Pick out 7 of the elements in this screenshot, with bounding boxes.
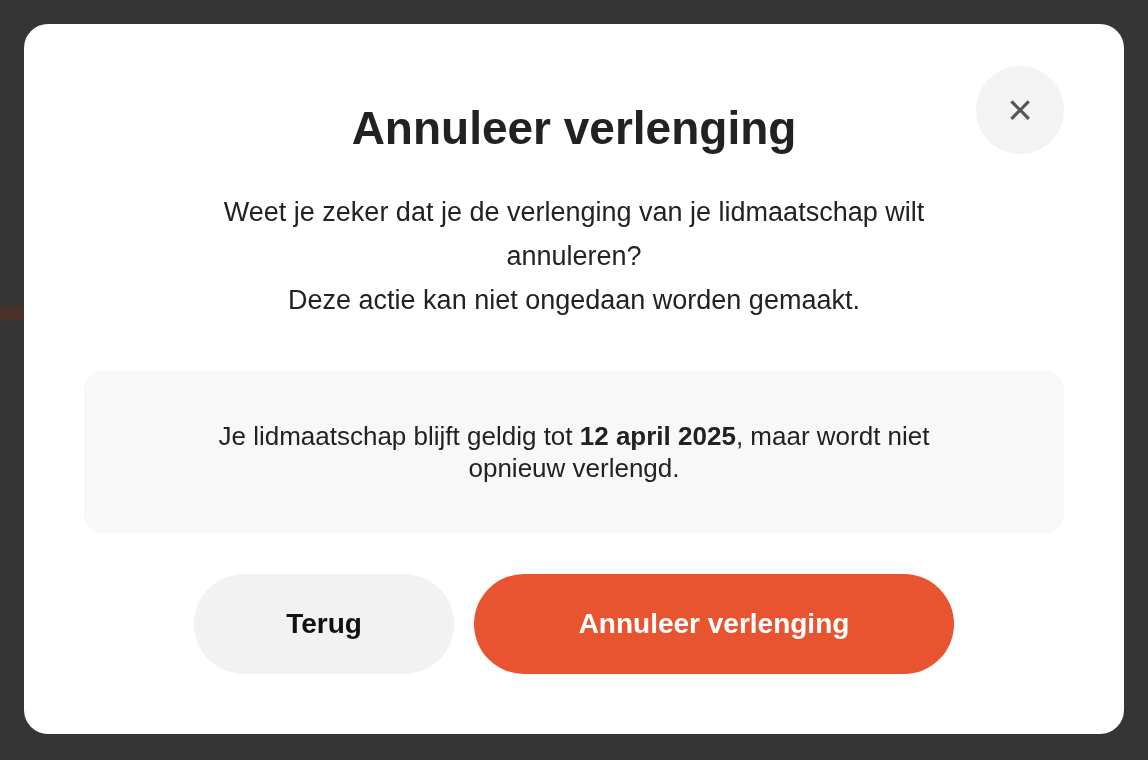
dialog-message: Deze actie kan niet ongedaan worden gemaakt. [287,284,861,317]
dialog-title: Annuleer verlenging [351,101,797,156]
back-button[interactable]: Terug [194,574,454,674]
close-button[interactable]: × [976,66,1064,154]
notice-text: Je lidmaatschap blijft geldig tot 12 april 2025, maar wordt niet opnieuw verlengd. [217,420,931,484]
dialog-message: Weet je zeker dat je de verlenging van je lidmaatschap wilt annuleren? [222,196,926,273]
confirm-button[interactable]: Annuleer verlenging [474,574,954,674]
